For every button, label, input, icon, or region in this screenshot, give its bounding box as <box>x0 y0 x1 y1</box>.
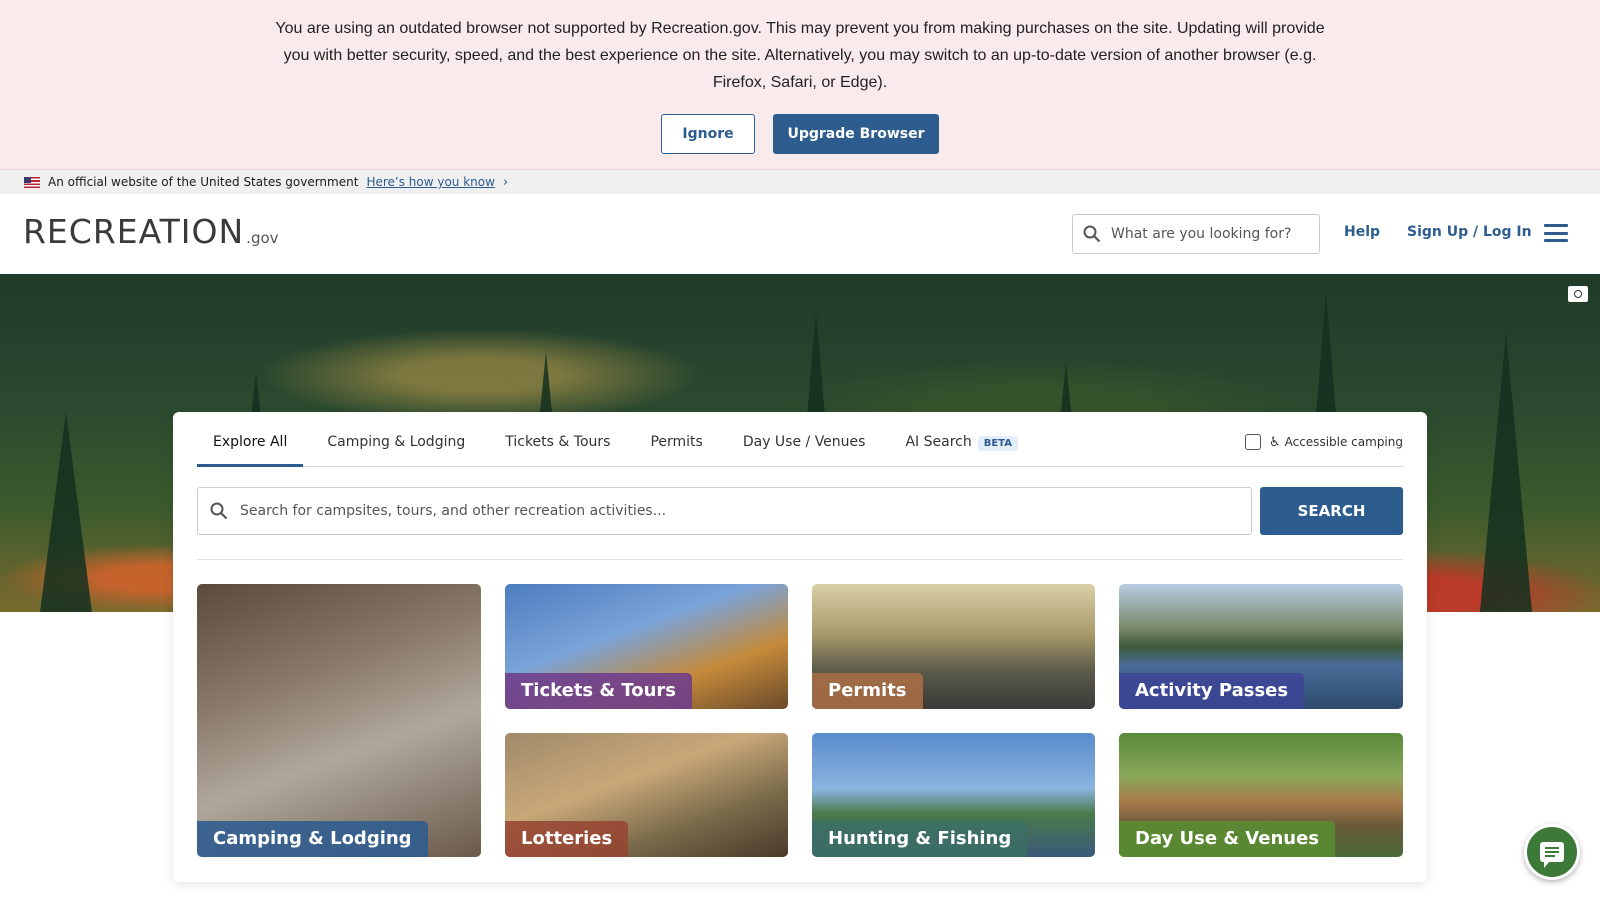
tile-lotteries[interactable]: Lotteries <box>505 733 788 857</box>
outdated-browser-message: You are using an outdated browser not su… <box>275 20 1325 91</box>
tile-label: Tickets & Tours <box>505 673 693 709</box>
beta-badge: BETA <box>977 436 1018 451</box>
search-tabs: Explore All Camping & Lodging Tickets & … <box>197 424 1403 467</box>
tab-permits[interactable]: Permits <box>634 424 718 467</box>
logo-text: RECREATION <box>23 212 245 251</box>
tab-tickets-tours[interactable]: Tickets & Tours <box>489 424 626 467</box>
main-search-input[interactable] <box>240 503 1220 519</box>
tile-permits[interactable]: Permits <box>812 584 1095 709</box>
tab-ai-search-label: AI Search <box>905 434 972 450</box>
search-card: Explore All Camping & Lodging Tickets & … <box>173 412 1427 882</box>
tab-day-use-venues[interactable]: Day Use / Venues <box>727 424 882 467</box>
tab-explore-all[interactable]: Explore All <box>197 424 304 467</box>
accessible-camping-label: Accessible camping <box>1284 435 1403 449</box>
tile-day-use-venues[interactable]: Day Use & Venues <box>1119 733 1403 857</box>
chat-icon <box>1540 842 1564 868</box>
outdated-browser-banner: You are using an outdated browser not su… <box>0 0 1600 170</box>
site-header: RECREATION .gov Help Sign Up / Log In <box>0 194 1600 274</box>
tile-label: Activity Passes <box>1119 673 1305 709</box>
tab-ai-search[interactable]: AI Search BETA <box>889 424 1034 467</box>
header-search-input[interactable] <box>1111 226 1301 242</box>
tile-label: Lotteries <box>505 821 629 857</box>
tile-activity-passes[interactable]: Activity Passes <box>1119 584 1403 709</box>
hamburger-icon[interactable] <box>1544 224 1568 242</box>
help-link[interactable]: Help <box>1344 224 1380 240</box>
tab-camping-lodging[interactable]: Camping & Lodging <box>311 424 481 467</box>
wheelchair-icon: ♿ <box>1268 434 1281 450</box>
heres-how-you-know-link[interactable]: Here’s how you know <box>366 175 495 189</box>
divider <box>197 559 1403 560</box>
tile-label: Day Use & Venues <box>1119 821 1336 857</box>
chevron-right-icon[interactable]: › <box>503 175 508 190</box>
tile-camping-lodging[interactable]: Camping & Lodging <box>197 584 481 857</box>
main-search-box[interactable] <box>197 487 1252 535</box>
search-icon <box>210 502 228 520</box>
search-button[interactable]: SEARCH <box>1260 487 1403 535</box>
gov-banner: An official website of the United States… <box>0 170 1600 194</box>
logo-gov-text: .gov <box>246 229 279 247</box>
tile-label: Hunting & Fishing <box>812 821 1028 857</box>
tile-tickets-tours[interactable]: Tickets & Tours <box>505 584 788 709</box>
accessible-camping-checkbox[interactable] <box>1244 434 1261 450</box>
gov-banner-text: An official website of the United States… <box>48 175 359 189</box>
tile-label: Camping & Lodging <box>197 821 428 857</box>
sign-up-log-in-link[interactable]: Sign Up / Log In <box>1407 224 1532 240</box>
site-logo[interactable]: RECREATION .gov <box>23 212 279 252</box>
upgrade-browser-button[interactable]: Upgrade Browser <box>773 114 939 154</box>
flag-icon <box>24 176 40 188</box>
header-search-box[interactable] <box>1072 214 1320 254</box>
chat-button[interactable] <box>1524 824 1580 880</box>
ignore-button[interactable]: Ignore <box>661 114 755 154</box>
tile-hunting-fishing[interactable]: Hunting & Fishing <box>812 733 1095 857</box>
camera-icon[interactable] <box>1568 286 1588 302</box>
tile-label: Permits <box>812 673 923 709</box>
search-icon <box>1083 225 1101 243</box>
accessible-camping-toggle[interactable]: ♿ Accessible camping <box>1244 434 1403 450</box>
